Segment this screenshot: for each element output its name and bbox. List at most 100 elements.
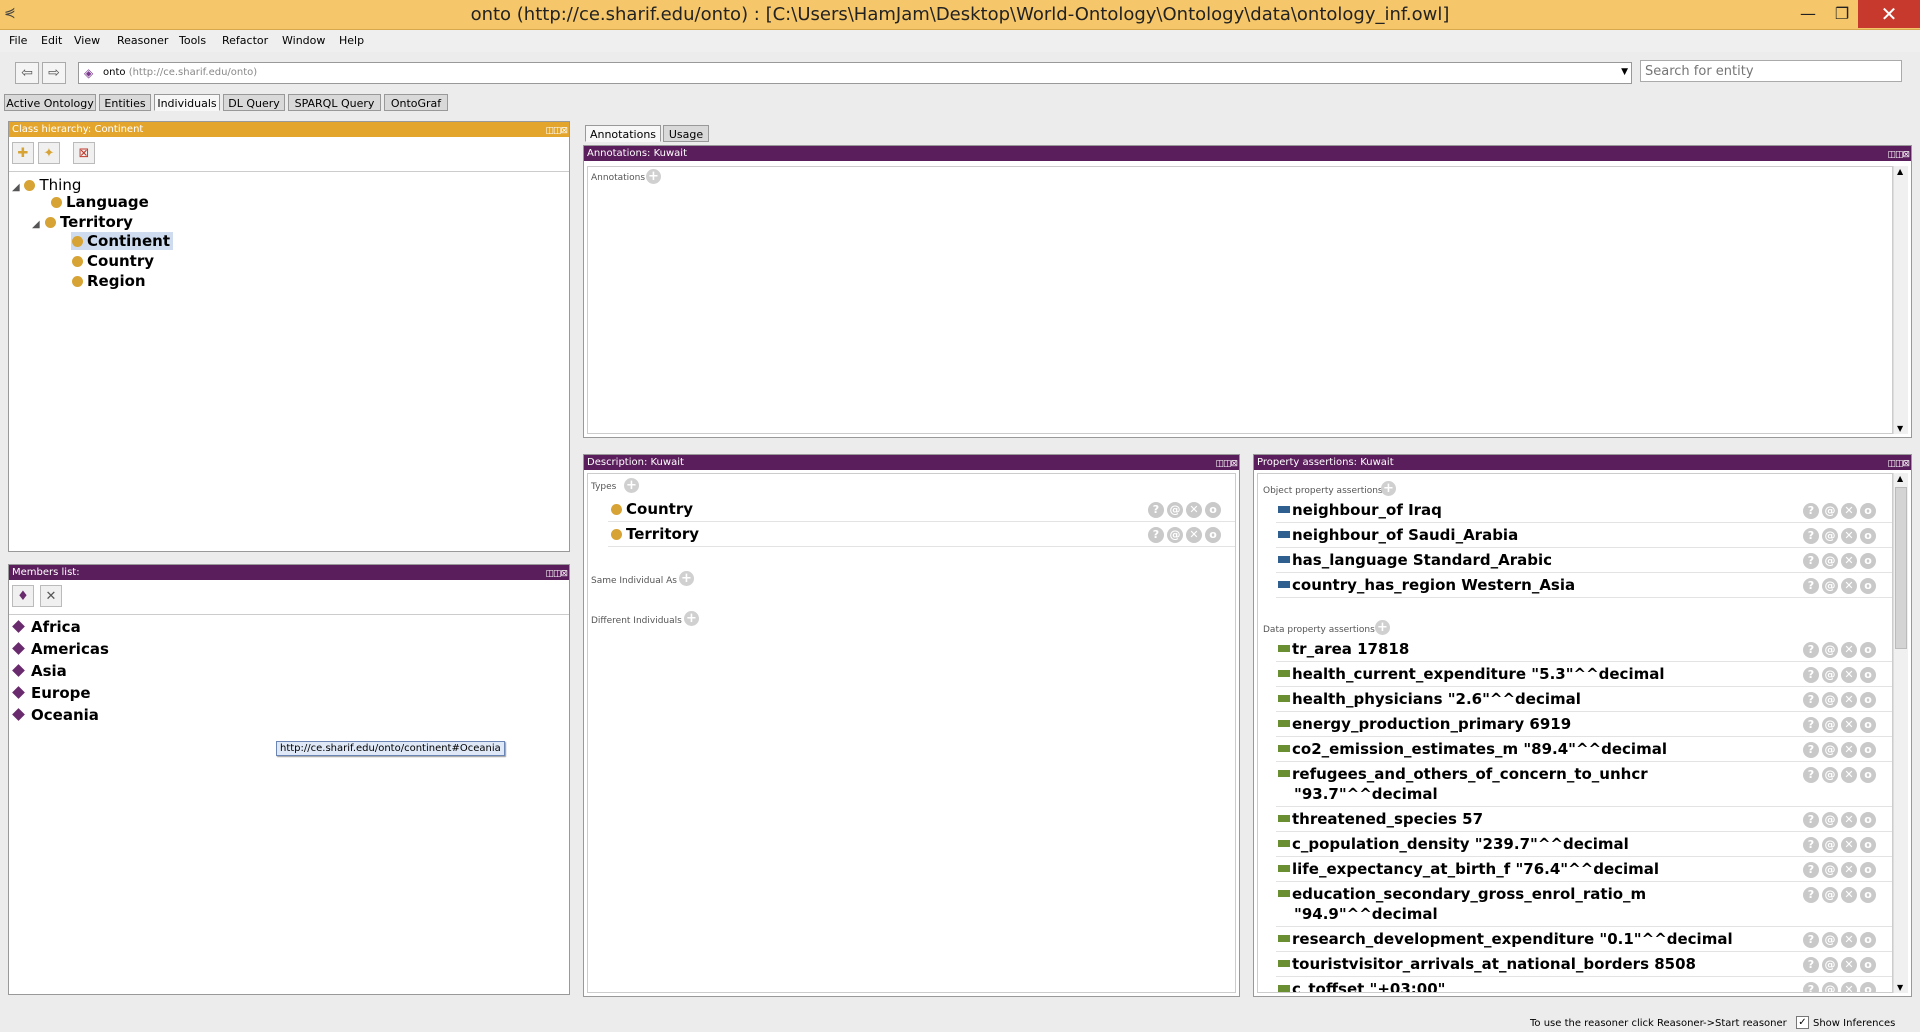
data-property-row[interactable]: refugees_and_others_of_concern_to_unhcr: [1278, 765, 1648, 783]
menu-refactor[interactable]: Refactor: [222, 34, 268, 47]
tab-usage[interactable]: Usage: [663, 125, 709, 142]
tab-entities[interactable]: Entities: [99, 94, 151, 111]
scroll-down-icon[interactable]: ▼: [1897, 424, 1903, 433]
panel-controls-icon[interactable]: ◫◫⊠: [1887, 457, 1910, 472]
explain-icon[interactable]: ?: [1803, 932, 1819, 948]
explain-icon[interactable]: ?: [1803, 957, 1819, 973]
annotate-icon[interactable]: @: [1822, 692, 1838, 708]
edit-icon[interactable]: o: [1860, 957, 1876, 973]
list-item[interactable]: Asia: [12, 662, 67, 680]
annotate-icon[interactable]: @: [1822, 887, 1838, 903]
data-property-row[interactable]: tr_area 17818: [1278, 640, 1409, 658]
delete-icon[interactable]: ✕: [1841, 837, 1857, 853]
delete-icon[interactable]: ✕: [1841, 812, 1857, 828]
annotate-icon[interactable]: @: [1822, 767, 1838, 783]
menu-view[interactable]: View: [74, 34, 100, 47]
annotate-icon[interactable]: @: [1822, 717, 1838, 733]
tab-dl-query[interactable]: DL Query: [223, 94, 285, 111]
menu-edit[interactable]: Edit: [41, 34, 62, 47]
edit-icon[interactable]: o: [1860, 717, 1876, 733]
add-annotation-icon[interactable]: +: [646, 169, 661, 184]
close-window-button[interactable]: ✕: [1858, 0, 1920, 28]
edit-icon[interactable]: o: [1860, 667, 1876, 683]
type-row[interactable]: Country: [611, 500, 693, 518]
delete-icon[interactable]: ✕: [1841, 553, 1857, 569]
delete-icon[interactable]: ✕: [1841, 982, 1857, 992]
tree-node-language[interactable]: Language: [51, 193, 149, 211]
explain-icon[interactable]: ?: [1803, 692, 1819, 708]
menu-reasoner[interactable]: Reasoner: [117, 34, 168, 47]
explain-icon[interactable]: ?: [1803, 837, 1819, 853]
menu-window[interactable]: Window: [282, 34, 325, 47]
edit-icon[interactable]: o: [1860, 982, 1876, 992]
annotate-icon[interactable]: @: [1822, 837, 1838, 853]
edit-icon[interactable]: o: [1860, 528, 1876, 544]
annotate-icon[interactable]: @: [1167, 502, 1183, 518]
explain-icon[interactable]: ?: [1803, 887, 1819, 903]
annotate-icon[interactable]: @: [1822, 957, 1838, 973]
menu-file[interactable]: File: [9, 34, 27, 47]
object-property-row[interactable]: neighbour_of Saudi_Arabia: [1278, 526, 1518, 544]
edit-icon[interactable]: o: [1860, 862, 1876, 878]
delete-icon[interactable]: ✕: [1841, 503, 1857, 519]
explain-icon[interactable]: ?: [1803, 862, 1819, 878]
edit-icon[interactable]: o: [1860, 742, 1876, 758]
explain-icon[interactable]: ?: [1803, 642, 1819, 658]
explain-icon[interactable]: ?: [1803, 528, 1819, 544]
data-property-row[interactable]: touristvisitor_arrivals_at_national_bord…: [1278, 955, 1696, 973]
data-property-row[interactable]: research_development_expenditure "0.1"^^…: [1278, 930, 1733, 948]
list-item[interactable]: Oceania: [12, 706, 99, 724]
delete-icon[interactable]: ✕: [1841, 767, 1857, 783]
delete-icon[interactable]: ✕: [1841, 742, 1857, 758]
scroll-up-icon[interactable]: ▲: [1897, 167, 1903, 176]
add-subclass-icon[interactable]: ✚: [12, 142, 34, 164]
delete-icon[interactable]: ✕: [1841, 667, 1857, 683]
data-property-row[interactable]: c_toffset "+03:00": [1278, 980, 1445, 992]
annotate-icon[interactable]: @: [1822, 742, 1838, 758]
edit-icon[interactable]: o: [1860, 812, 1876, 828]
delete-class-icon[interactable]: ⊠: [73, 142, 95, 164]
tab-active-ontology[interactable]: Active Ontology: [4, 94, 96, 111]
annotate-icon[interactable]: @: [1822, 503, 1838, 519]
panel-controls-icon[interactable]: ◫◫⊠: [545, 567, 568, 582]
chevron-down-icon[interactable]: ▼: [1621, 67, 1628, 77]
add-type-icon[interactable]: +: [624, 478, 639, 493]
add-individual-icon[interactable]: ♦: [12, 585, 34, 607]
edit-icon[interactable]: o: [1205, 527, 1221, 543]
data-property-row[interactable]: co2_emission_estimates_m "89.4"^^decimal: [1278, 740, 1667, 758]
delete-icon[interactable]: ✕: [1841, 862, 1857, 878]
tab-annotations[interactable]: Annotations: [585, 125, 661, 142]
data-property-row[interactable]: life_expectancy_at_birth_f "76.4"^^decim…: [1278, 860, 1659, 878]
tree-node-region[interactable]: Region: [72, 272, 146, 290]
add-data-property-icon[interactable]: +: [1375, 620, 1390, 635]
data-property-row[interactable]: energy_production_primary 6919: [1278, 715, 1571, 733]
scroll-thumb[interactable]: [1895, 487, 1907, 649]
object-property-row[interactable]: has_language Standard_Arabic: [1278, 551, 1552, 569]
data-property-row[interactable]: c_population_density "239.7"^^decimal: [1278, 835, 1629, 853]
annotate-icon[interactable]: @: [1822, 578, 1838, 594]
edit-icon[interactable]: o: [1860, 932, 1876, 948]
scroll-down-icon[interactable]: ▼: [1897, 983, 1903, 992]
edit-icon[interactable]: o: [1860, 503, 1876, 519]
object-property-row[interactable]: neighbour_of Iraq: [1278, 501, 1442, 519]
tree-node-territory[interactable]: ◢ Territory: [32, 213, 133, 231]
delete-icon[interactable]: ✕: [1841, 528, 1857, 544]
explain-icon[interactable]: ?: [1803, 742, 1819, 758]
scroll-up-icon[interactable]: ▲: [1897, 474, 1903, 483]
annotate-icon[interactable]: @: [1822, 642, 1838, 658]
annotate-icon[interactable]: @: [1822, 812, 1838, 828]
explain-icon[interactable]: ?: [1803, 812, 1819, 828]
annotate-icon[interactable]: @: [1822, 932, 1838, 948]
explain-icon[interactable]: ?: [1803, 767, 1819, 783]
show-inferences-checkbox[interactable]: ✓: [1796, 1016, 1809, 1029]
expand-toggle-icon[interactable]: ◢: [12, 182, 20, 193]
add-sibling-class-icon[interactable]: ✦: [38, 142, 60, 164]
tab-ontograf[interactable]: OntoGraf: [384, 94, 448, 111]
delete-individual-icon[interactable]: ✕: [40, 585, 62, 607]
panel-controls-icon[interactable]: ◫◫⊠: [1887, 148, 1910, 163]
list-item[interactable]: Europe: [12, 684, 91, 702]
annotate-icon[interactable]: @: [1167, 527, 1183, 543]
menu-help[interactable]: Help: [339, 34, 364, 47]
edit-icon[interactable]: o: [1860, 692, 1876, 708]
delete-icon[interactable]: ✕: [1841, 642, 1857, 658]
